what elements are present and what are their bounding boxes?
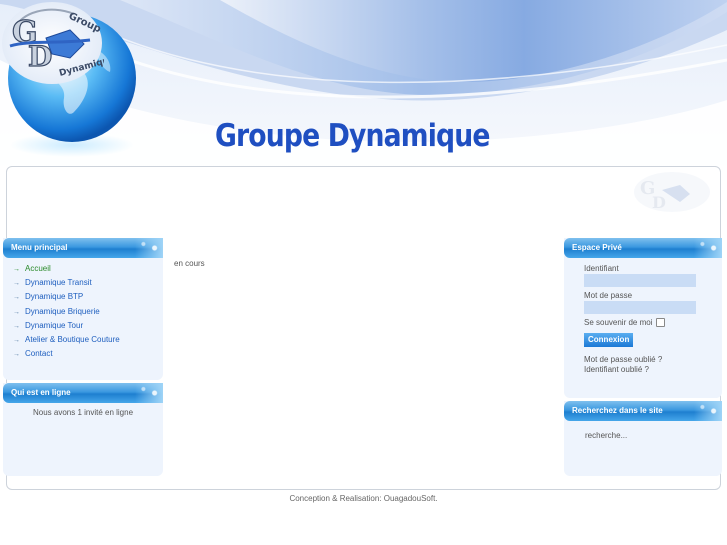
header-banner: Groupe Dynamique G D Group Dynamique: [0, 0, 727, 170]
faded-logo-icon: G D: [634, 172, 710, 212]
password-label: Mot de passe: [584, 291, 633, 300]
menu-item-label: Dynamique Tour: [25, 320, 84, 330]
menu-item-label: Dynamique Transit: [25, 278, 92, 288]
menu-item-accueil[interactable]: → Accueil: [13, 262, 120, 276]
menu-item-contact[interactable]: → Contact: [13, 347, 120, 361]
svg-text:D: D: [652, 193, 666, 212]
search-input[interactable]: [585, 429, 705, 441]
main-menu: → Accueil → Dynamique Transit → Dynamique BTP…: [13, 262, 120, 361]
online-panel: Qui est en ligne Nous avons 1 invité en …: [3, 383, 163, 476]
menu-item-dynamique-transit[interactable]: → Dynamique Transit: [13, 276, 120, 290]
online-count-text: Nous avons 1 invité en ligne: [32, 408, 134, 417]
forgot-password-link[interactable]: Mot de passe oublié ?: [584, 355, 662, 364]
menu-item-label: Atelier & Boutique Couture: [25, 334, 120, 344]
espace-prive-panel: Espace Privé Identifiant Mot de passe Se…: [564, 238, 722, 398]
online-header: Qui est en ligne: [3, 383, 163, 403]
menu-principal-header: Menu principal: [3, 238, 163, 258]
groupe-dynamique-logo: G D Group Dynamique: [2, 2, 104, 84]
menu-item-dynamique-tour[interactable]: → Dynamique Tour: [13, 319, 120, 333]
menu-item-label: Contact: [25, 349, 53, 359]
arrow-right-icon: →: [13, 280, 20, 288]
password-input[interactable]: [584, 301, 696, 314]
espace-prive-header: Espace Privé: [564, 238, 722, 258]
main-content-text: en cours: [174, 259, 205, 268]
menu-item-label: Accueil: [25, 264, 51, 273]
menu-principal-panel: Menu principal → Accueil → Dynamique Transi…: [3, 238, 163, 380]
identifiant-input[interactable]: [584, 274, 696, 287]
arrow-right-icon: →: [13, 351, 20, 359]
remember-me-checkbox[interactable]: [656, 318, 665, 327]
arrow-right-icon: →: [13, 266, 20, 273]
arrow-right-icon: →: [13, 322, 20, 330]
arrow-right-icon: →: [13, 294, 20, 302]
search-panel: Recherchez dans le site: [564, 401, 722, 476]
menu-item-dynamique-btp[interactable]: → Dynamique BTP: [13, 290, 120, 304]
identifiant-label: Identifiant: [584, 264, 619, 273]
menu-item-atelier-boutique-couture[interactable]: → Atelier & Boutique Couture: [13, 333, 120, 347]
site-title: Groupe Dynamique: [215, 118, 490, 154]
menu-item-label: Dynamique BTP: [25, 292, 84, 302]
forgot-username-link[interactable]: Identifiant oublié ?: [584, 365, 649, 374]
search-header: Recherchez dans le site: [564, 401, 722, 421]
remember-me-label: Se souvenir de moi: [584, 318, 653, 327]
arrow-right-icon: →: [13, 336, 20, 344]
footer-credits: Conception & Realisation: OuagadouSoft.: [289, 494, 438, 503]
connexion-button[interactable]: Connexion: [584, 333, 634, 347]
arrow-right-icon: →: [13, 308, 20, 316]
menu-item-label: Dynamique Briquerie: [25, 306, 100, 316]
menu-item-dynamique-briquerie[interactable]: → Dynamique Briquerie: [13, 305, 120, 319]
